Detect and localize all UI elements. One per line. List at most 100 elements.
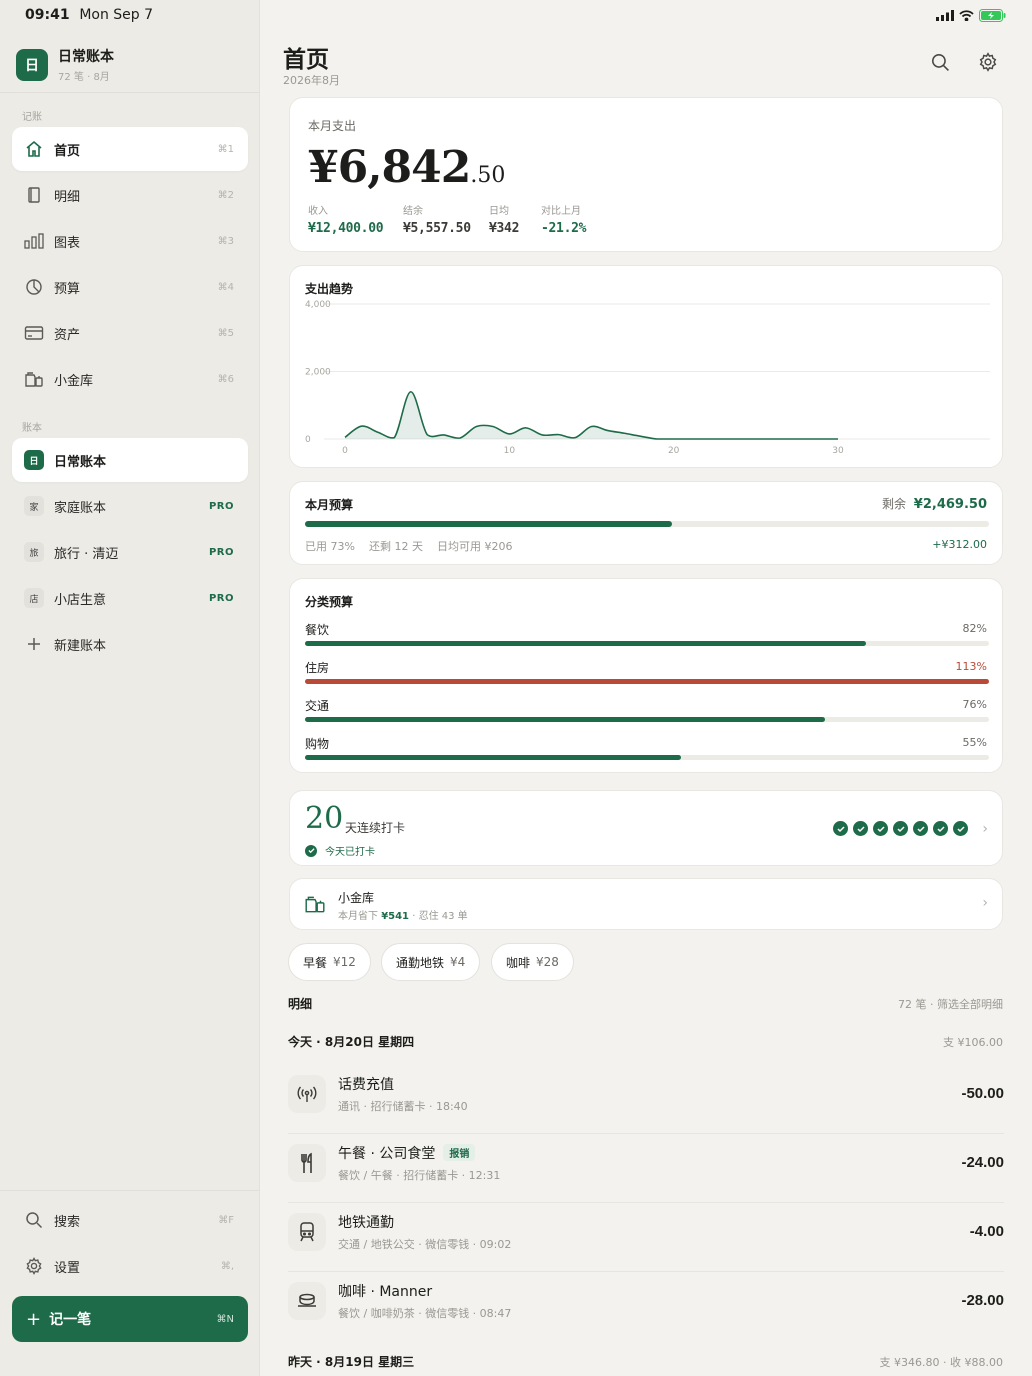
sidebar-item-details[interactable]: 明细 ⌘2 (12, 173, 248, 217)
transaction-meta: 交通 / 地铁公交 · 微信零钱 · 09:02 (338, 1237, 512, 1251)
transaction-row[interactable]: 地铁通勤 交通 / 地铁公交 · 微信零钱 · 09:02 -4.00 (288, 1197, 1004, 1266)
book-meta: 72 笔 · 8月 (58, 72, 110, 83)
sidebar-item-vault[interactable]: 小金库 ⌘6 (12, 357, 248, 401)
category-percent: 55% (962, 736, 987, 749)
pie-icon (24, 277, 44, 297)
quick-chip-commute[interactable]: 通勤地铁 ¥4 (381, 943, 481, 981)
shortcut-hint: ⌘6 (217, 373, 234, 385)
shortcut-hint: ⌘F (218, 1214, 234, 1226)
category-name: 交通 (305, 699, 330, 713)
quick-chip-breakfast[interactable]: 早餐 ¥12 (288, 943, 371, 981)
sidebar-book-shop[interactable]: 店 小店生意 PRO (12, 576, 248, 620)
plus-icon: + (26, 1308, 42, 1330)
spending-trend-card: 支出趋势 0 2,000 4,000 0 10 20 30 (289, 265, 1003, 468)
transaction-row[interactable]: 午餐 · 公司食堂 报销 餐饮 / 午餐 · 招行储蓄卡 · 12:31 -24… (288, 1128, 1004, 1197)
pro-badge: PRO (208, 500, 234, 512)
stat-vs-last-month: 对比上月 -21.2% (541, 206, 587, 236)
sidebar-item-label: 资产 (54, 327, 81, 343)
add-record-button[interactable]: + 记一笔 ⌘N (12, 1296, 248, 1342)
streak-check-icon (873, 821, 888, 836)
category-title: 分类预算 (305, 595, 354, 609)
category-name: 购物 (305, 737, 330, 751)
pro-badge: PRO (208, 546, 234, 558)
vault-summary: 本月省下 ¥541 · 忍住 43 单 (338, 911, 468, 922)
check-icon (305, 844, 317, 857)
book-badge: 旅 (24, 542, 44, 562)
book-label: 旅行 · 清迈 (54, 546, 119, 562)
chevron-right-icon: › (982, 821, 988, 837)
page-subtitle: 2026年8月 (283, 74, 340, 87)
section-label-record: 记账 (22, 112, 42, 123)
sidebar-book-daily[interactable]: 日 日常账本 (12, 438, 248, 482)
transaction-amount: -50.00 (961, 1085, 1004, 1102)
category-progress-track (305, 755, 989, 760)
vault-icon (304, 893, 326, 919)
settings-button[interactable] (976, 50, 1000, 74)
home-icon (24, 139, 44, 159)
book-name: 日常账本 (58, 49, 114, 65)
category-budget-card: 分类预算 餐饮 82% 住房 113% 交通 76% 购物 55% (289, 578, 1003, 773)
streak-check-icon (913, 821, 928, 836)
budget-delta: +¥312.00 (932, 538, 987, 551)
book-badge: 日 (24, 450, 44, 470)
sidebar-item-label: 小金库 (54, 373, 94, 389)
category-progress-track (305, 679, 989, 684)
transaction-meta: 餐饮 / 咖啡奶茶 · 微信零钱 · 08:47 (338, 1306, 512, 1320)
budget-progress-track (305, 521, 989, 527)
book-label: 小店生意 (54, 592, 107, 608)
sidebar-item-label: 图表 (54, 235, 81, 251)
transaction-row[interactable]: 话费充值 通讯 · 招行储蓄卡 · 18:40 -50.00 (288, 1059, 1004, 1128)
shortcut-hint: ⌘4 (217, 281, 234, 293)
sidebar-item-home[interactable]: 首页 ⌘1 (12, 127, 248, 171)
monthly-budget-card[interactable]: 本月预算 剩余 ¥2,469.50 已用 73% 还剩 12 天日均可用 ¥206… (289, 481, 1003, 565)
search-button[interactable] (928, 50, 952, 74)
category-progress-fill (305, 641, 866, 646)
category-name: 住房 (305, 661, 330, 675)
streak-check-icon (953, 821, 968, 836)
monthly-summary-card: 本月支出 ¥6,842.50 收入 ¥12,400.00 结余 ¥5,557.5… (289, 97, 1003, 252)
stat-balance: 结余 ¥5,557.50 (403, 206, 471, 236)
transaction-amount: -4.00 (969, 1223, 1004, 1240)
stat-income: 收入 ¥12,400.00 (308, 206, 384, 236)
transaction-amount: -24.00 (961, 1154, 1004, 1171)
transaction-title: 地铁通勤 (338, 1214, 394, 1231)
shortcut-hint: ⌘1 (217, 143, 234, 155)
sidebar-item-assets[interactable]: 资产 ⌘5 (12, 311, 248, 355)
search-icon (931, 53, 949, 71)
chevron-right-icon: › (982, 895, 988, 911)
budget-remaining: 剩余 ¥2,469.50 (881, 497, 987, 512)
checkin-streak-card[interactable]: 20 天连续打卡 今天已打卡 › (289, 790, 1003, 866)
bar-chart-icon (24, 231, 44, 251)
vault-icon (24, 369, 44, 389)
sidebar-book-travel[interactable]: 旅 旅行 · 清迈 PRO (12, 530, 248, 574)
pro-badge: PRO (208, 592, 234, 604)
sidebar-item-label: 设置 (54, 1260, 81, 1276)
vault-title: 小金库 (338, 891, 375, 905)
quick-chip-coffee[interactable]: 咖啡 ¥28 (491, 943, 574, 981)
category-percent: 82% (962, 622, 987, 635)
x-tick-label: 30 (832, 446, 844, 456)
detail-filter-link[interactable]: 72 笔 · 筛选全部明细 (898, 996, 1003, 1012)
category-progress-track (305, 717, 989, 722)
current-book-header[interactable]: 日 日常账本 72 笔 · 8月 (16, 46, 114, 83)
transaction-row[interactable]: 咖啡 · Manner 餐饮 / 咖啡奶茶 · 微信零钱 · 08:47 -28… (288, 1266, 1004, 1335)
card-icon (24, 323, 44, 343)
gear-icon (979, 52, 997, 72)
new-book-button[interactable]: 新建账本 (12, 622, 248, 666)
sidebar-settings[interactable]: 设置 ⌘, (12, 1244, 248, 1288)
sidebar-item-budget[interactable]: 预算 ⌘4 (12, 265, 248, 309)
shortcut-hint: ⌘2 (217, 189, 234, 201)
vault-card[interactable]: 小金库 本月省下 ¥541 · 忍住 43 单 › (289, 878, 1003, 930)
status-time: 09:41 Mon Sep 7 (25, 7, 154, 23)
sidebar-book-family[interactable]: 家 家庭账本 PRO (12, 484, 248, 528)
section-label-books: 账本 (22, 423, 42, 434)
streak-unit: 天连续打卡 (345, 821, 406, 835)
streak-check-icon (893, 821, 908, 836)
train-icon (288, 1212, 326, 1251)
sidebar-search[interactable]: 搜索 ⌘F (12, 1198, 248, 1242)
y-tick-label: 2,000 (305, 368, 331, 378)
sidebar-item-charts[interactable]: 图表 ⌘3 (12, 219, 248, 263)
page-title: 首页 (283, 47, 329, 73)
transaction-meta: 通讯 · 招行储蓄卡 · 18:40 (338, 1099, 468, 1113)
gear-icon (24, 1256, 44, 1276)
